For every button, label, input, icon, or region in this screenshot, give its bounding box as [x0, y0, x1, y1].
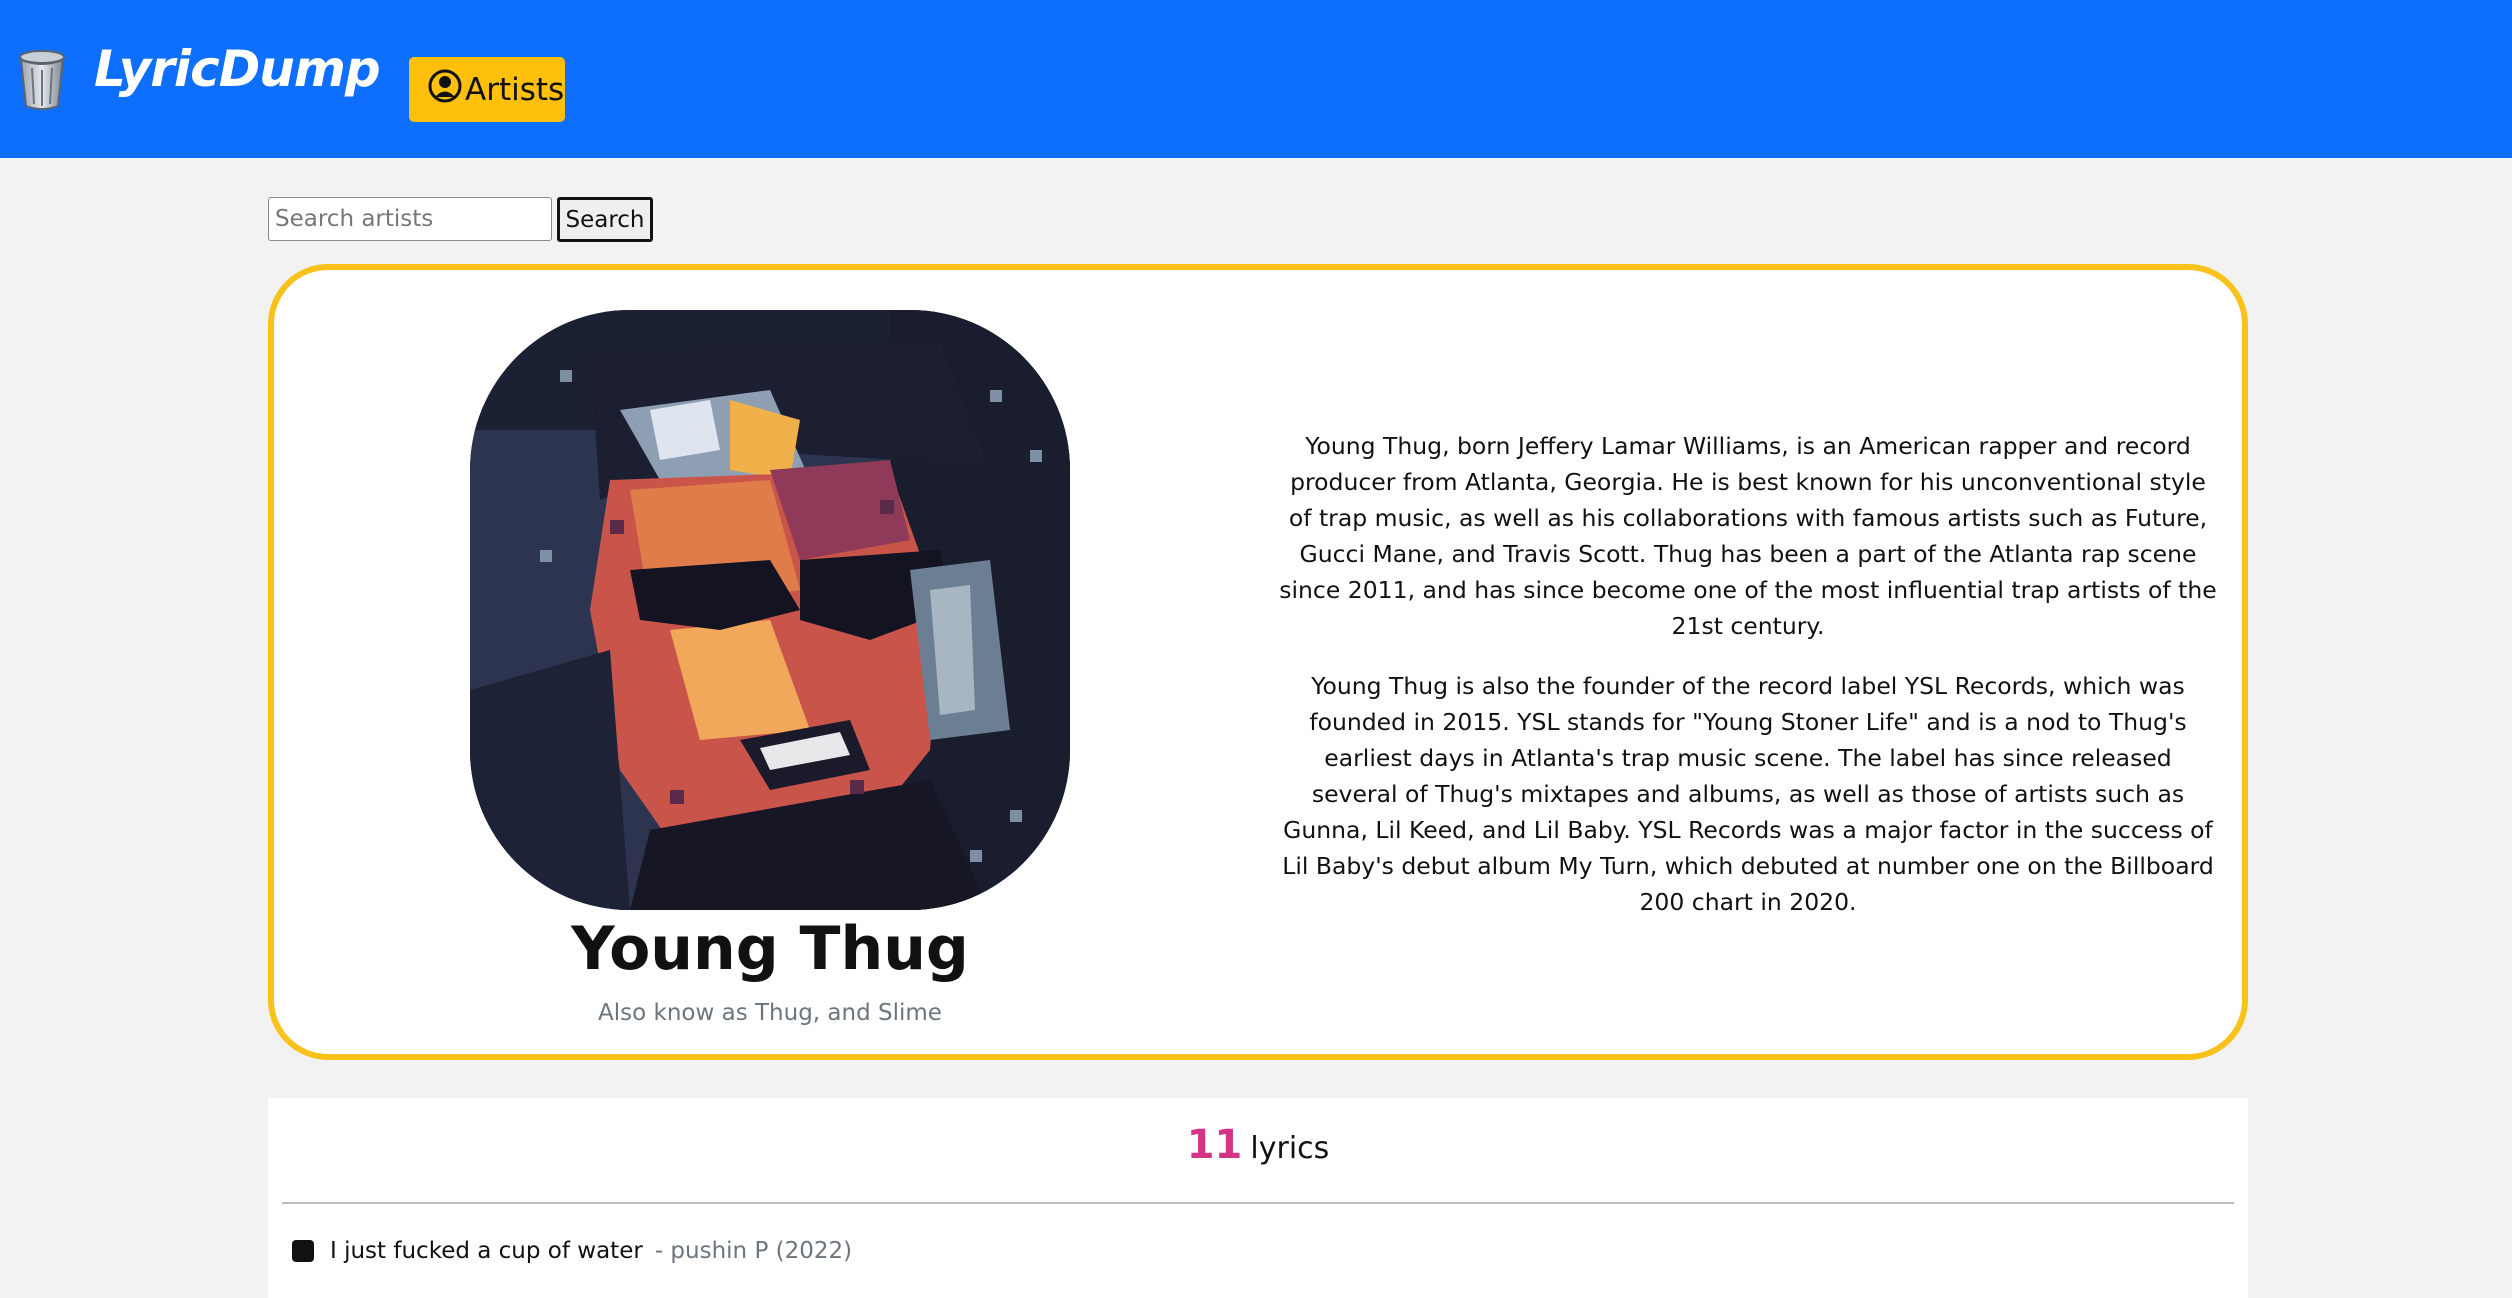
artists-button-label: Artists	[465, 71, 565, 108]
brand-logo[interactable]: LyricDump	[94, 40, 381, 98]
lyric-text: I just fucked a cup of water	[330, 1238, 643, 1264]
lyrics-panel: 11 lyrics I just fucked a cup of water - …	[268, 1098, 2248, 1298]
artist-card: Young Thug Also know as Thug, and Slime …	[268, 264, 2248, 1060]
artist-bio: Young Thug, born Jeffery Lamar Williams,…	[1278, 428, 2218, 920]
divider	[282, 1202, 2234, 1204]
artist-name: Young Thug	[571, 914, 969, 984]
artist-aliases: Also know as Thug, and Slime	[598, 1000, 942, 1026]
lyric-meta: - pushin P (2022)	[654, 1238, 853, 1264]
search-input[interactable]	[268, 197, 552, 241]
artist-avatar	[470, 310, 1070, 910]
lyrics-count-heading: 11 lyrics	[268, 1122, 2248, 1168]
user-circle-icon	[427, 68, 465, 112]
list-item[interactable]: I just fucked a cup of water - pushin P …	[292, 1238, 852, 1264]
lyrics-count: 11	[1186, 1122, 1243, 1168]
bio-paragraph: Young Thug, born Jeffery Lamar Williams,…	[1279, 432, 2217, 640]
trash-can-icon[interactable]	[16, 48, 68, 112]
lyrics-count-label: lyrics	[1250, 1131, 1330, 1166]
top-navbar: LyricDump Artists	[0, 0, 2512, 158]
artists-button[interactable]: Artists	[409, 57, 565, 122]
bio-paragraph: Young Thug is also the founder of the re…	[1282, 672, 2214, 916]
square-icon	[292, 1240, 314, 1262]
search-button[interactable]: Search	[557, 197, 653, 242]
